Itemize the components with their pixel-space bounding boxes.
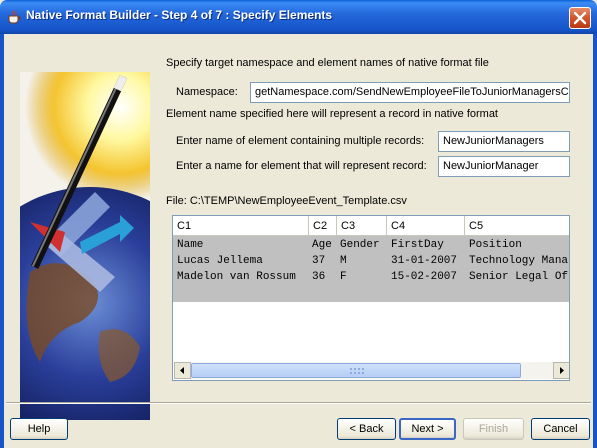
file-path-label: File: C:\TEMP\NewEmployeeEvent_Template.…: [166, 195, 407, 207]
window-frame-right: [593, 34, 597, 448]
cancel-button[interactable]: Cancel: [531, 418, 590, 440]
arrow-right-icon: [560, 367, 564, 374]
file-preview-table[interactable]: C1 C2 C3 C4 C5 Name Age Gender FirstDay …: [172, 215, 570, 381]
next-button[interactable]: Next >: [399, 418, 456, 440]
table-row[interactable]: Lucas Jellema 37 M 31-01-2007 Technology…: [173, 253, 569, 269]
wizard-graphic: [20, 72, 150, 420]
window-frame-left: [0, 34, 4, 448]
grip-icon: [350, 368, 364, 374]
table-cell: Senior Legal Of: [469, 271, 569, 283]
table-cell: Technology Mana: [469, 255, 569, 267]
scroll-right-button[interactable]: [553, 362, 569, 379]
table-cell: Name: [177, 239, 204, 251]
close-button[interactable]: [569, 7, 591, 29]
table-cell: M: [340, 255, 347, 267]
column-header[interactable]: C3: [337, 216, 387, 236]
namespace-field[interactable]: getNamespace.com/SendNewEmployeeFileToJu…: [250, 82, 570, 103]
finish-button[interactable]: Finish: [463, 418, 524, 440]
table-cell: FirstDay: [391, 239, 444, 251]
table-row[interactable]: Madelon van Rossum 36 F 15-02-2007 Senio…: [173, 269, 569, 285]
column-header[interactable]: C5: [465, 216, 569, 236]
java-cup-icon: [8, 10, 21, 24]
table-cell: 31-01-2007: [391, 255, 458, 267]
record-field[interactable]: NewJuniorManager: [438, 156, 570, 177]
multi-records-field[interactable]: NewJuniorManagers: [438, 131, 570, 152]
element-note-text: Element name specified here will represe…: [166, 108, 498, 120]
table-cell: Madelon van Rossum: [177, 271, 296, 283]
table-body: Name Age Gender FirstDay Position Lucas …: [173, 236, 569, 302]
window-title: Native Format Builder - Step 4 of 7 : Sp…: [26, 8, 333, 22]
column-header[interactable]: C4: [387, 216, 465, 236]
table-cell: Lucas Jellema: [177, 255, 263, 267]
record-label: Enter a name for element that will repre…: [176, 160, 427, 172]
multi-records-label: Enter name of element containing multipl…: [176, 135, 425, 147]
namespace-label: Namespace:: [176, 86, 238, 98]
title-bar: Native Format Builder - Step 4 of 7 : Sp…: [0, 0, 597, 34]
horizontal-scrollbar[interactable]: [174, 362, 569, 379]
table-header: C1 C2 C3 C4 C5: [173, 216, 569, 236]
table-cell: F: [340, 271, 347, 283]
column-header[interactable]: C2: [309, 216, 337, 236]
close-icon: [573, 11, 587, 25]
arrow-left-icon: [180, 367, 184, 374]
help-button[interactable]: Help: [10, 418, 68, 440]
scroll-thumb[interactable]: [191, 363, 521, 378]
table-cell: 36: [312, 271, 326, 283]
table-row[interactable]: Name Age Gender FirstDay Position: [173, 237, 569, 253]
separator: [6, 402, 591, 404]
column-header[interactable]: C1: [173, 216, 309, 236]
table-cell: Age: [312, 239, 332, 251]
table-cell: Position: [469, 239, 522, 251]
table-cell: 37: [312, 255, 326, 267]
intro-text: Specify target namespace and element nam…: [166, 57, 489, 69]
table-cell: Gender: [340, 239, 380, 251]
back-button[interactable]: < Back: [337, 418, 396, 440]
table-cell: 15-02-2007: [391, 271, 458, 283]
scroll-left-button[interactable]: [174, 362, 191, 379]
